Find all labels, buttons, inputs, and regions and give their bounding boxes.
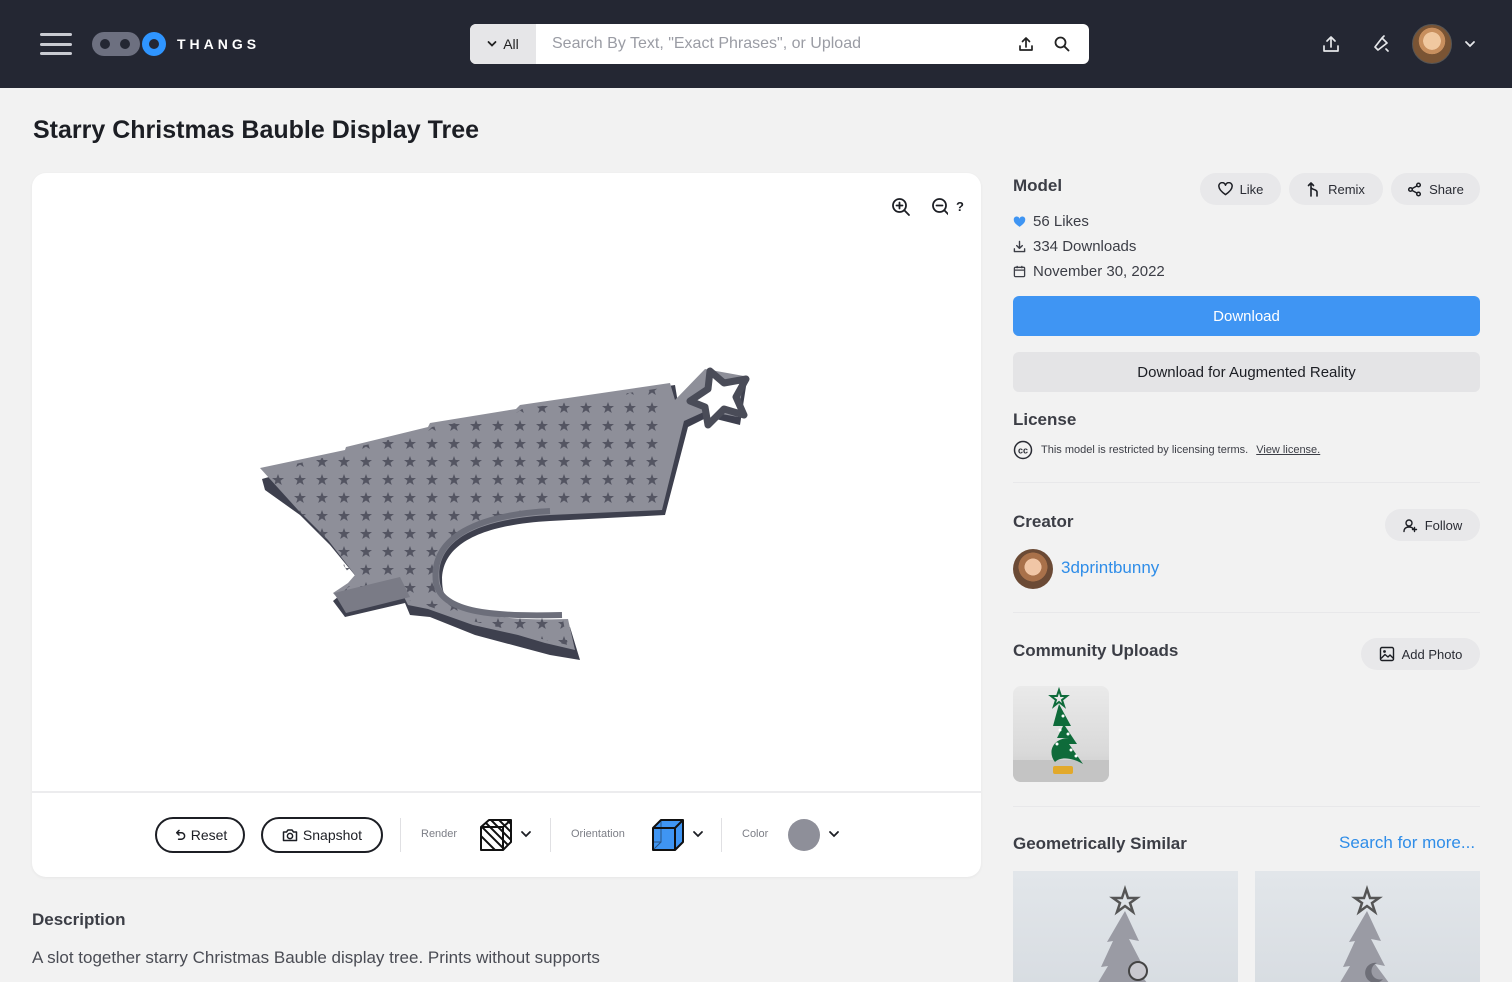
upload-search-icon[interactable] [1017,35,1035,53]
search-scope-dropdown[interactable]: All [470,24,536,64]
description-text: A slot together starry Christmas Bauble … [32,948,600,967]
search-bar: All [470,24,1089,64]
search-more-link[interactable]: Search for more... [1339,833,1475,853]
logo-mark [92,32,166,56]
heart-icon [1217,182,1233,196]
community-uploads-heading: Community Uploads [1013,641,1179,660]
model-3d-render [260,367,750,660]
likes-stat: 56 Likes [1013,213,1089,230]
chevron-down-icon[interactable] [1464,39,1476,49]
render-chevron-down-icon[interactable] [520,829,532,839]
section-divider [1013,806,1480,807]
license-info: cc This model is restricted by licensing… [1013,440,1320,460]
page-title: Starry Christmas Bauble Display Tree [33,116,480,144]
follow-label: Follow [1424,517,1463,533]
viewer-divider [32,791,981,793]
similar-model-thumbnail[interactable] [1013,871,1238,982]
chevron-down-icon [487,41,497,47]
undo-icon [175,829,185,840]
toolbar-separator [721,818,722,852]
top-navigation-bar: THANGS All [0,0,1512,88]
downloads-stat: 334 Downloads [1013,238,1136,255]
green-tree-photo [1013,686,1109,782]
snapshot-label: Snapshot [302,827,363,843]
search-scope-label: All [503,36,519,52]
section-divider [1013,482,1480,483]
share-label: Share [1429,181,1464,197]
creator-heading: Creator [1013,512,1074,531]
similar-model-thumbnail[interactable] [1255,871,1480,982]
search-input[interactable] [536,24,1017,64]
creator-name-link[interactable]: 3dprintbunny [1061,558,1159,578]
heart-filled-icon [1013,215,1026,227]
orientation-label: Orientation [571,828,625,840]
remix-icon [1307,182,1318,197]
similar-heading: Geometrically Similar [1013,834,1187,853]
image-icon [1379,646,1394,662]
remix-button[interactable]: Remix [1289,173,1383,205]
download-button[interactable]: Download [1013,296,1480,336]
thangs-logo[interactable]: THANGS [92,32,260,56]
section-divider [1013,612,1480,613]
orientation-chevron-down-icon[interactable] [692,829,704,839]
render-mode-icon[interactable] [479,818,513,852]
follow-button[interactable]: Follow [1385,509,1480,541]
similar-tree-render [1340,885,1389,982]
publish-date: November 30, 2022 [1033,263,1165,280]
similar-tree-render [1098,885,1148,982]
add-photo-label: Add Photo [1401,646,1463,662]
license-text: This model is restricted by licensing te… [1041,444,1249,456]
user-avatar[interactable] [1412,24,1452,64]
help-button[interactable]: ? [948,196,972,218]
color-label: Color [742,828,769,840]
toolbar-separator [400,818,401,852]
add-user-icon [1403,518,1417,532]
creator-avatar[interactable] [1013,549,1053,589]
snapshot-button[interactable]: Snapshot [261,817,383,853]
reset-button[interactable]: Reset [155,817,245,853]
like-button[interactable]: Like [1200,173,1281,205]
remix-label: Remix [1328,181,1365,197]
render-label: Render [421,828,458,840]
date-stat: November 30, 2022 [1013,263,1165,280]
download-ar-button[interactable]: Download for Augmented Reality [1013,352,1480,392]
zoom-in-icon[interactable] [888,194,914,220]
creative-commons-icon: cc [1013,440,1033,460]
community-upload-thumbnail[interactable] [1013,686,1109,782]
license-heading: License [1013,410,1077,429]
download-icon [1013,240,1026,253]
share-button[interactable]: Share [1391,173,1480,205]
search-icon[interactable] [1053,35,1071,53]
add-photo-button[interactable]: Add Photo [1361,638,1480,670]
reset-label: Reset [190,827,228,843]
brand-name: THANGS [177,36,261,52]
share-icon [1408,181,1422,197]
camera-icon [282,829,298,842]
like-label: Like [1239,181,1264,197]
model-heading: Model [1013,176,1063,195]
toolbar-separator [550,818,551,852]
color-swatch[interactable] [788,819,820,851]
likes-count: 56 Likes [1033,213,1089,230]
calendar-icon [1013,265,1026,278]
upload-icon[interactable] [1320,33,1342,55]
svg-text:cc: cc [1018,446,1028,456]
notifications-icon[interactable] [1370,33,1392,55]
downloads-count: 334 Downloads [1033,238,1137,255]
orientation-cube-icon[interactable] [651,818,685,852]
description-heading: Description [32,910,126,929]
color-chevron-down-icon[interactable] [828,829,840,839]
view-license-link[interactable]: View license. [1256,444,1320,456]
menu-icon[interactable] [40,33,72,55]
